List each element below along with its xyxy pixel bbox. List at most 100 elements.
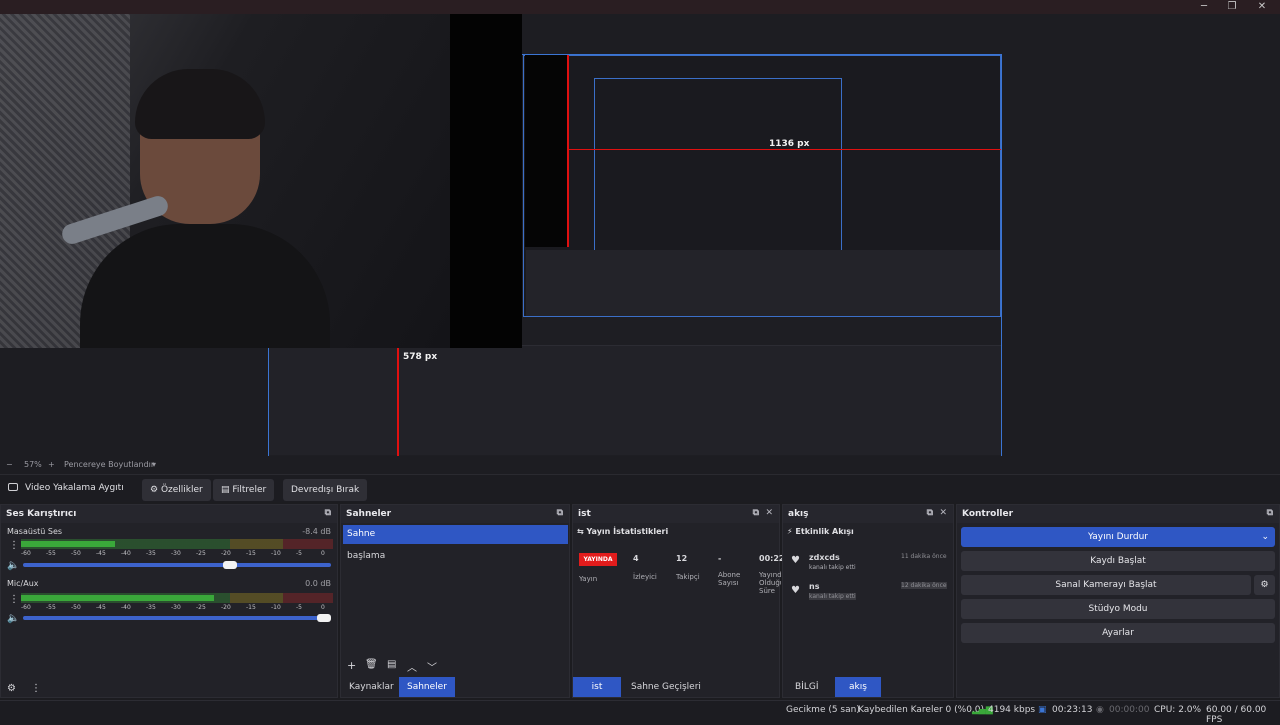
scale-tick: -5 (296, 604, 302, 611)
volume-knob[interactable] (222, 561, 237, 569)
fit-to-window[interactable]: Pencereye Boyutlandır (64, 460, 154, 469)
event-action: kanalı takip etti (809, 593, 856, 600)
dock-header: akış ⧉ ✕ (783, 505, 953, 523)
tab-scenes[interactable]: Sahneler (399, 677, 455, 697)
dock-header: Sahneler ⧉ (341, 505, 569, 523)
virtualcam-gear-icon[interactable]: ⚙ (1254, 575, 1275, 595)
status-stream-time: 00:23:13 (1052, 705, 1093, 715)
undock-icon[interactable]: ⧉ (1267, 508, 1273, 518)
event-action: kanalı takip etti (809, 564, 856, 571)
status-bitrate: 4194 kbps (988, 705, 1036, 715)
webcam-source[interactable] (0, 14, 522, 348)
scale-tick: -50 (71, 604, 81, 611)
tab-sources[interactable]: Kaynaklar (341, 677, 402, 697)
tab-info[interactable]: BİLGİ (787, 677, 826, 697)
scale-tick: -60 (21, 604, 31, 611)
add-icon[interactable]: + (347, 659, 356, 672)
stop-stream-button[interactable]: Yayını Durdur ⌄ (961, 527, 1275, 547)
scale-tick: 0 (321, 604, 325, 611)
guide-vertical (567, 55, 569, 247)
uptime-label: Yayında Olduğu Süre (759, 571, 781, 595)
channel-db: 0.0 dB (305, 579, 331, 588)
chevron-down-icon[interactable]: ﹀ (427, 659, 437, 674)
channel-menu-icon[interactable]: ⋮ (9, 540, 19, 551)
source-toolbar: Video Yakalama Aygıtı ⚙ Özellikler ▤ Fil… (0, 474, 1280, 502)
mixer-menu-icon[interactable]: ⋮ (31, 683, 41, 694)
chevron-up-icon[interactable]: ︿ (407, 659, 417, 674)
scale-tick: -45 (96, 550, 106, 557)
stats-dock: ist ⧉ ✕ ⇆ Yayın İstatistikleri YAYINDA Yay… (572, 504, 784, 698)
close-icon[interactable]: ✕ (1248, 0, 1276, 14)
activity-feed-dock: akış ⧉ ✕ ⚡ Etkinlik Akışı ♥ zdxcds kanalı … (782, 504, 954, 698)
preview-area[interactable]: 1136 px 578 px (0, 14, 1280, 467)
scale-tick: -55 (46, 604, 56, 611)
viewers-label: İzleyici (633, 573, 657, 581)
channel-name: Mic/Aux (7, 579, 39, 588)
studio-mode-button[interactable]: Stüdyo Modu (961, 599, 1275, 619)
filters-button[interactable]: ▤ Filtreler (213, 479, 275, 501)
speaker-icon[interactable]: 🔈 (7, 613, 19, 624)
guide-vertical-bottom (397, 345, 399, 467)
channel-menu-icon[interactable]: ⋮ (9, 594, 19, 605)
status-rec-time: 00:00:00 (1109, 705, 1150, 715)
undock-icon[interactable]: ⧉ (325, 508, 331, 518)
maximize-icon[interactable]: ❐ (1218, 0, 1246, 14)
undock-icon[interactable]: ⧉ (927, 508, 933, 518)
zoom-in-button[interactable]: + (48, 460, 55, 469)
gear-icon: ⚙ (150, 485, 161, 495)
chevron-down-icon[interactable]: ⌄ (1261, 527, 1269, 547)
live-label: Yayın (579, 575, 598, 583)
start-virtualcam-button[interactable]: Sanal Kamerayı Başlat (961, 575, 1251, 595)
speaker-icon[interactable]: 🔈 (7, 560, 19, 571)
scale-tick: -55 (46, 550, 56, 557)
tab-scene-transitions[interactable]: Sahne Geçişleri (623, 677, 709, 697)
tab-ist[interactable]: ist (573, 677, 621, 697)
scene-item-baslama[interactable]: başlama (343, 547, 568, 565)
zoom-out-button[interactable]: − (6, 460, 13, 469)
trash-icon[interactable]: 🗑 (365, 659, 378, 670)
close-icon[interactable]: ✕ (939, 508, 947, 518)
status-bar: Gecikme (5 san) Kaybedilen Kareler 0 (%0… (0, 700, 1280, 725)
subs-label: Abone Sayısı (718, 571, 741, 587)
viewers-value: 4 (633, 554, 639, 563)
scale-tick: -35 (146, 550, 156, 557)
source-name: Video Yakalama Aygıtı (25, 483, 124, 493)
scene-item-sahne[interactable]: Sahne (343, 525, 568, 544)
settings-button[interactable]: Ayarlar (961, 623, 1275, 643)
minimize-icon[interactable]: ─ (1190, 0, 1218, 14)
deactivate-button[interactable]: Devredışı Bırak (283, 479, 368, 501)
meter-scale: -60 -55 -50 -45 -40 -35 -30 -25 -20 -15 -10 -5 0 (21, 604, 333, 612)
undock-icon[interactable]: ⧉ (753, 508, 759, 518)
channel-db: -8.4 dB (302, 527, 331, 536)
status-dropped: Kaybedilen Kareler 0 (%0.0) (858, 705, 985, 715)
zoom-menu-icon[interactable]: ▾ (152, 460, 156, 469)
volume-slider[interactable] (23, 563, 331, 567)
zoom-level: 57% (24, 460, 42, 469)
volume-meter (21, 539, 333, 549)
scale-tick: -5 (296, 550, 302, 557)
nested-docks (526, 250, 1000, 316)
undock-icon[interactable]: ⧉ (557, 508, 563, 518)
volume-slider[interactable] (23, 616, 331, 620)
close-icon[interactable]: ✕ (765, 508, 773, 518)
meter-level (21, 541, 115, 547)
scenes-dock: Sahneler ⧉ Sahne başlama + 🗑 ▤ ︿ ﹀ Kaynak… (340, 504, 570, 698)
guide-horizontal (569, 149, 1001, 150)
scale-tick: -20 (221, 604, 231, 611)
event-user: zdxcds (809, 553, 840, 562)
camera-icon (8, 483, 18, 491)
heart-icon: ♥ (791, 585, 800, 596)
volume-knob[interactable] (317, 614, 331, 622)
properties-button[interactable]: ⚙ Özellikler (142, 479, 211, 501)
zoom-bar: − 57% + Pencereye Boyutlandır ▾ (0, 456, 1280, 474)
event-user: ns (809, 582, 820, 591)
start-recording-button[interactable]: Kaydı Başlat (961, 551, 1275, 571)
mixer-settings-icon[interactable]: ⚙ (7, 683, 16, 694)
tab-feed[interactable]: akış (835, 677, 881, 697)
scale-tick: -15 (246, 604, 256, 611)
scale-tick: -35 (146, 604, 156, 611)
scale-tick: -20 (221, 550, 231, 557)
title-bar: ─ ❐ ✕ (0, 0, 1280, 14)
camera-dark-edge (450, 14, 522, 348)
filter-icon[interactable]: ▤ (387, 659, 396, 670)
